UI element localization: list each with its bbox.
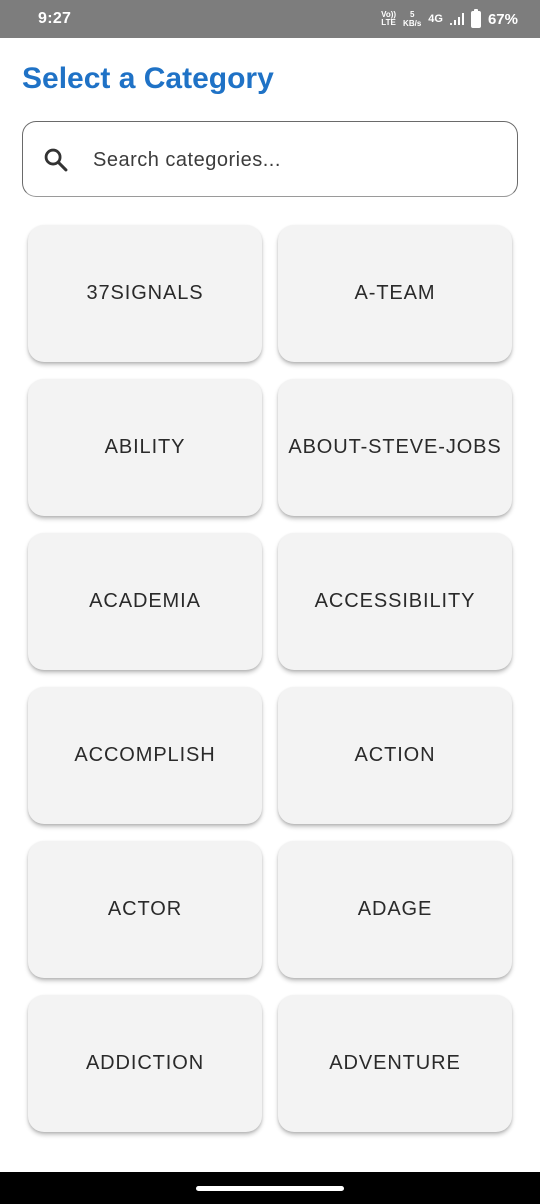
status-icons: Vo)) LTE 5 KB/s 4G 67% — [381, 8, 518, 28]
category-label: ACCOMPLISH — [74, 744, 216, 766]
category-card[interactable]: A-TEAM — [278, 225, 512, 362]
category-card[interactable]: ACCOMPLISH — [28, 687, 262, 824]
category-card[interactable]: ABOUT-STEVE-JOBS — [278, 379, 512, 516]
system-nav-bar — [0, 1172, 540, 1204]
network-speed-value: 5 — [409, 10, 415, 19]
page-title: Select a Category — [22, 62, 274, 95]
status-time: 9:27 — [38, 10, 72, 27]
signal-icon — [449, 13, 464, 25]
category-label: ADVENTURE — [329, 1052, 461, 1074]
category-card[interactable]: ACCESSIBILITY — [278, 533, 512, 670]
category-label: A-TEAM — [354, 282, 436, 304]
network-type: 4G — [428, 13, 443, 25]
category-card[interactable]: ADVENTURE — [278, 995, 512, 1132]
category-card[interactable]: 37SIGNALS — [28, 225, 262, 362]
home-indicator[interactable] — [196, 1186, 344, 1191]
volte-bottom: LTE — [381, 18, 396, 27]
status-bar: 9:27 Vo)) LTE 5 KB/s 4G 67% — [0, 0, 540, 38]
category-label: ACTOR — [107, 898, 183, 920]
category-card[interactable]: ACADEMIA — [28, 533, 262, 670]
network-speed-unit: KB/s — [403, 19, 422, 28]
battery-percent: 67% — [487, 10, 518, 28]
network-speed: 5 KB/s — [403, 10, 421, 28]
category-label: ABILITY — [104, 436, 186, 458]
volte-icon: Vo)) LTE — [381, 11, 396, 27]
category-label: ACADEMIA — [89, 590, 201, 612]
category-label: ABOUT-STEVE-JOBS — [288, 436, 502, 458]
category-card[interactable]: ADAGE — [278, 841, 512, 978]
search-input[interactable] — [93, 140, 493, 180]
search-bar[interactable] — [22, 121, 518, 197]
category-card[interactable]: ACTOR — [28, 841, 262, 978]
category-card[interactable]: ADDICTION — [28, 995, 262, 1132]
category-label: ADAGE — [357, 898, 433, 920]
category-label: 37SIGNALS — [86, 282, 204, 304]
category-card[interactable]: ACTION — [278, 687, 512, 824]
category-label: ADDICTION — [85, 1052, 205, 1074]
category-card[interactable]: ABILITY — [28, 379, 262, 516]
category-grid: 37SIGNALS A-TEAM ABILITY ABOUT-STEVE-JOB… — [28, 225, 512, 1132]
category-label: ACCESSIBILITY — [314, 590, 476, 612]
search-icon — [44, 148, 68, 172]
battery-icon — [470, 8, 481, 28]
category-label: ACTION — [354, 744, 436, 766]
